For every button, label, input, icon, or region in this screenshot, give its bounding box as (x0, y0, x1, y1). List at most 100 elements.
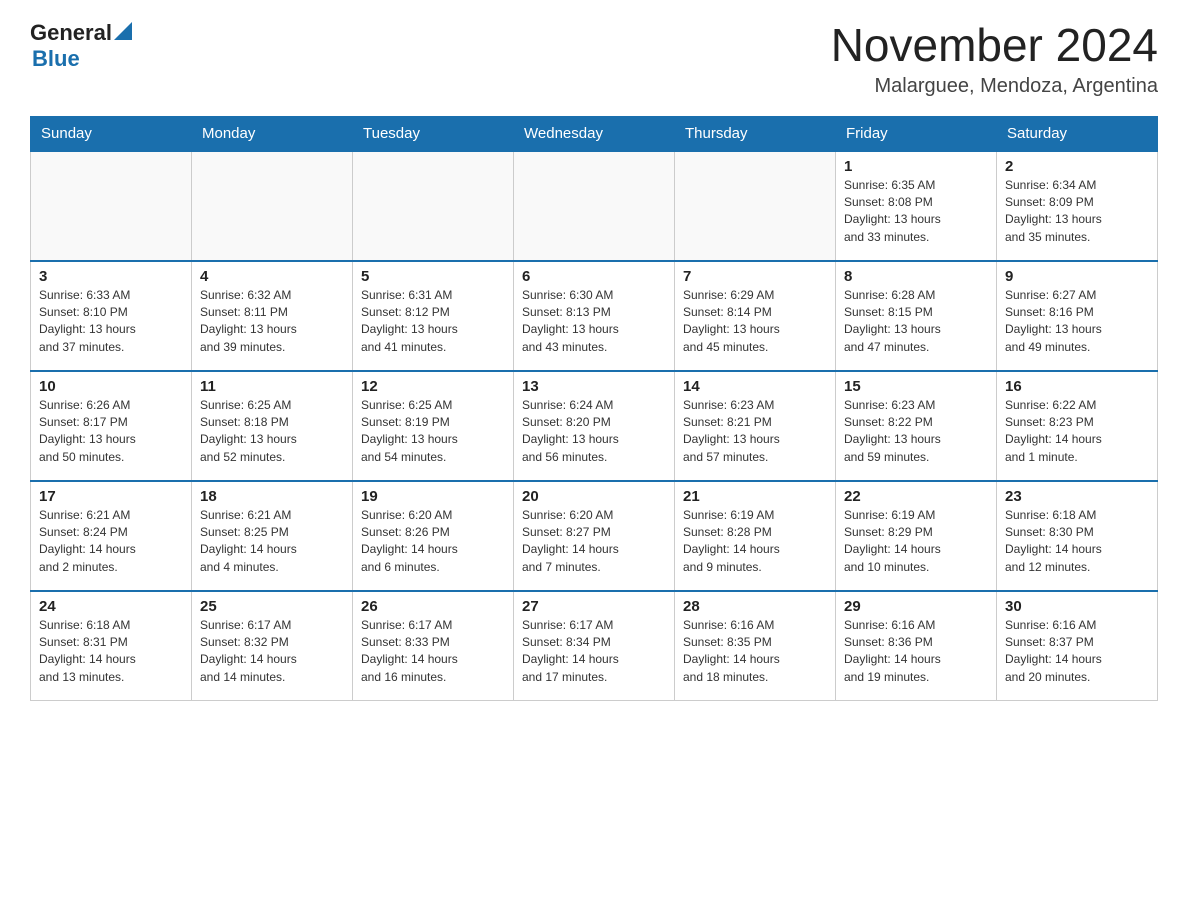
calendar-subtitle: Malarguee, Mendoza, Argentina (831, 75, 1158, 98)
day-number: 9 (1005, 268, 1149, 285)
weekday-header-row: SundayMondayTuesdayWednesdayThursdayFrid… (31, 116, 1158, 151)
weekday-header-cell: Tuesday (353, 116, 514, 151)
day-info: Sunrise: 6:20 AM Sunset: 8:27 PM Dayligh… (522, 507, 666, 577)
calendar-cell: 20 Sunrise: 6:20 AM Sunset: 8:27 PM Dayli… (514, 481, 675, 591)
calendar-cell: 10 Sunrise: 6:26 AM Sunset: 8:17 PM Dayli… (31, 371, 192, 481)
day-number: 18 (200, 488, 344, 505)
calendar-cell: 26 Sunrise: 6:17 AM Sunset: 8:33 PM Dayli… (353, 591, 514, 701)
day-number: 20 (522, 488, 666, 505)
calendar-cell: 16 Sunrise: 6:22 AM Sunset: 8:23 PM Dayli… (997, 371, 1158, 481)
day-number: 3 (39, 268, 183, 285)
title-section: November 2024 Malarguee, Mendoza, Argent… (831, 20, 1158, 98)
day-number: 27 (522, 598, 666, 615)
day-number: 14 (683, 378, 827, 395)
calendar-cell: 7 Sunrise: 6:29 AM Sunset: 8:14 PM Daylig… (675, 261, 836, 371)
calendar-week-row: 17Sunrise: 6:21 AM Sunset: 8:24 PM Dayli… (31, 481, 1158, 591)
calendar-title: November 2024 (831, 20, 1158, 71)
weekday-header-cell: Friday (836, 116, 997, 151)
day-number: 16 (1005, 378, 1149, 395)
calendar-cell (514, 151, 675, 261)
calendar-cell: 9 Sunrise: 6:27 AM Sunset: 8:16 PM Daylig… (997, 261, 1158, 371)
day-number: 25 (200, 598, 344, 615)
day-info: Sunrise: 6:23 AM Sunset: 8:21 PM Dayligh… (683, 397, 827, 467)
day-info: Sunrise: 6:19 AM Sunset: 8:28 PM Dayligh… (683, 507, 827, 577)
calendar-cell (192, 151, 353, 261)
calendar-cell: 8Sunrise: 6:28 AM Sunset: 8:15 PM Daylig… (836, 261, 997, 371)
day-info: Sunrise: 6:30 AM Sunset: 8:13 PM Dayligh… (522, 287, 666, 357)
calendar-cell: 30 Sunrise: 6:16 AM Sunset: 8:37 PM Dayli… (997, 591, 1158, 701)
calendar-cell: 17Sunrise: 6:21 AM Sunset: 8:24 PM Dayli… (31, 481, 192, 591)
day-info: Sunrise: 6:32 AM Sunset: 8:11 PM Dayligh… (200, 287, 344, 357)
day-info: Sunrise: 6:27 AM Sunset: 8:16 PM Dayligh… (1005, 287, 1149, 357)
day-info: Sunrise: 6:16 AM Sunset: 8:37 PM Dayligh… (1005, 617, 1149, 687)
calendar-cell: 25 Sunrise: 6:17 AM Sunset: 8:32 PM Dayli… (192, 591, 353, 701)
day-info: Sunrise: 6:21 AM Sunset: 8:24 PM Dayligh… (39, 507, 183, 577)
day-info: Sunrise: 6:22 AM Sunset: 8:23 PM Dayligh… (1005, 397, 1149, 467)
day-info: Sunrise: 6:35 AM Sunset: 8:08 PM Dayligh… (844, 177, 988, 247)
calendar-cell: 27 Sunrise: 6:17 AM Sunset: 8:34 PM Dayli… (514, 591, 675, 701)
weekday-header-cell: Sunday (31, 116, 192, 151)
day-info: Sunrise: 6:28 AM Sunset: 8:15 PM Dayligh… (844, 287, 988, 357)
calendar-cell (675, 151, 836, 261)
day-info: Sunrise: 6:17 AM Sunset: 8:34 PM Dayligh… (522, 617, 666, 687)
day-info: Sunrise: 6:24 AM Sunset: 8:20 PM Dayligh… (522, 397, 666, 467)
logo: General Blue (30, 20, 132, 72)
calendar-cell: 14 Sunrise: 6:23 AM Sunset: 8:21 PM Dayli… (675, 371, 836, 481)
calendar-cell (31, 151, 192, 261)
calendar-cell: 13Sunrise: 6:24 AM Sunset: 8:20 PM Dayli… (514, 371, 675, 481)
day-number: 26 (361, 598, 505, 615)
day-info: Sunrise: 6:34 AM Sunset: 8:09 PM Dayligh… (1005, 177, 1149, 247)
day-info: Sunrise: 6:25 AM Sunset: 8:18 PM Dayligh… (200, 397, 344, 467)
calendar-cell: 15Sunrise: 6:23 AM Sunset: 8:22 PM Dayli… (836, 371, 997, 481)
weekday-header-cell: Saturday (997, 116, 1158, 151)
calendar-cell (353, 151, 514, 261)
logo-text-blue: Blue (32, 46, 132, 72)
calendar-cell: 23 Sunrise: 6:18 AM Sunset: 8:30 PM Dayli… (997, 481, 1158, 591)
logo-arrow-icon (114, 22, 132, 40)
day-number: 11 (200, 378, 344, 395)
calendar-cell: 21 Sunrise: 6:19 AM Sunset: 8:28 PM Dayli… (675, 481, 836, 591)
day-info: Sunrise: 6:20 AM Sunset: 8:26 PM Dayligh… (361, 507, 505, 577)
logo-text-general: General (30, 20, 112, 46)
day-number: 10 (39, 378, 183, 395)
day-info: Sunrise: 6:21 AM Sunset: 8:25 PM Dayligh… (200, 507, 344, 577)
day-info: Sunrise: 6:29 AM Sunset: 8:14 PM Dayligh… (683, 287, 827, 357)
calendar-cell: 6Sunrise: 6:30 AM Sunset: 8:13 PM Daylig… (514, 261, 675, 371)
weekday-header-cell: Wednesday (514, 116, 675, 151)
day-info: Sunrise: 6:26 AM Sunset: 8:17 PM Dayligh… (39, 397, 183, 467)
day-info: Sunrise: 6:25 AM Sunset: 8:19 PM Dayligh… (361, 397, 505, 467)
page-header: General Blue November 2024 Malarguee, Me… (30, 20, 1158, 98)
calendar-table: SundayMondayTuesdayWednesdayThursdayFrid… (30, 116, 1158, 702)
calendar-body: 1 Sunrise: 6:35 AM Sunset: 8:08 PM Daylig… (31, 151, 1158, 701)
day-number: 29 (844, 598, 988, 615)
day-number: 28 (683, 598, 827, 615)
day-info: Sunrise: 6:18 AM Sunset: 8:30 PM Dayligh… (1005, 507, 1149, 577)
calendar-week-row: 1 Sunrise: 6:35 AM Sunset: 8:08 PM Daylig… (31, 151, 1158, 261)
day-info: Sunrise: 6:17 AM Sunset: 8:32 PM Dayligh… (200, 617, 344, 687)
calendar-cell: 18 Sunrise: 6:21 AM Sunset: 8:25 PM Dayli… (192, 481, 353, 591)
day-number: 1 (844, 158, 988, 175)
day-number: 12 (361, 378, 505, 395)
calendar-cell: 4Sunrise: 6:32 AM Sunset: 8:11 PM Daylig… (192, 261, 353, 371)
weekday-header-cell: Monday (192, 116, 353, 151)
day-info: Sunrise: 6:31 AM Sunset: 8:12 PM Dayligh… (361, 287, 505, 357)
weekday-header-cell: Thursday (675, 116, 836, 151)
calendar-cell: 29Sunrise: 6:16 AM Sunset: 8:36 PM Dayli… (836, 591, 997, 701)
day-number: 2 (1005, 158, 1149, 175)
day-info: Sunrise: 6:16 AM Sunset: 8:35 PM Dayligh… (683, 617, 827, 687)
calendar-cell: 19 Sunrise: 6:20 AM Sunset: 8:26 PM Dayli… (353, 481, 514, 591)
day-info: Sunrise: 6:23 AM Sunset: 8:22 PM Dayligh… (844, 397, 988, 467)
day-number: 23 (1005, 488, 1149, 505)
day-info: Sunrise: 6:19 AM Sunset: 8:29 PM Dayligh… (844, 507, 988, 577)
day-number: 19 (361, 488, 505, 505)
day-number: 30 (1005, 598, 1149, 615)
calendar-week-row: 10 Sunrise: 6:26 AM Sunset: 8:17 PM Dayli… (31, 371, 1158, 481)
day-number: 21 (683, 488, 827, 505)
day-number: 5 (361, 268, 505, 285)
day-number: 24 (39, 598, 183, 615)
day-number: 7 (683, 268, 827, 285)
calendar-week-row: 3Sunrise: 6:33 AM Sunset: 8:10 PM Daylig… (31, 261, 1158, 371)
calendar-cell: 12 Sunrise: 6:25 AM Sunset: 8:19 PM Dayli… (353, 371, 514, 481)
day-info: Sunrise: 6:17 AM Sunset: 8:33 PM Dayligh… (361, 617, 505, 687)
calendar-cell: 5 Sunrise: 6:31 AM Sunset: 8:12 PM Daylig… (353, 261, 514, 371)
